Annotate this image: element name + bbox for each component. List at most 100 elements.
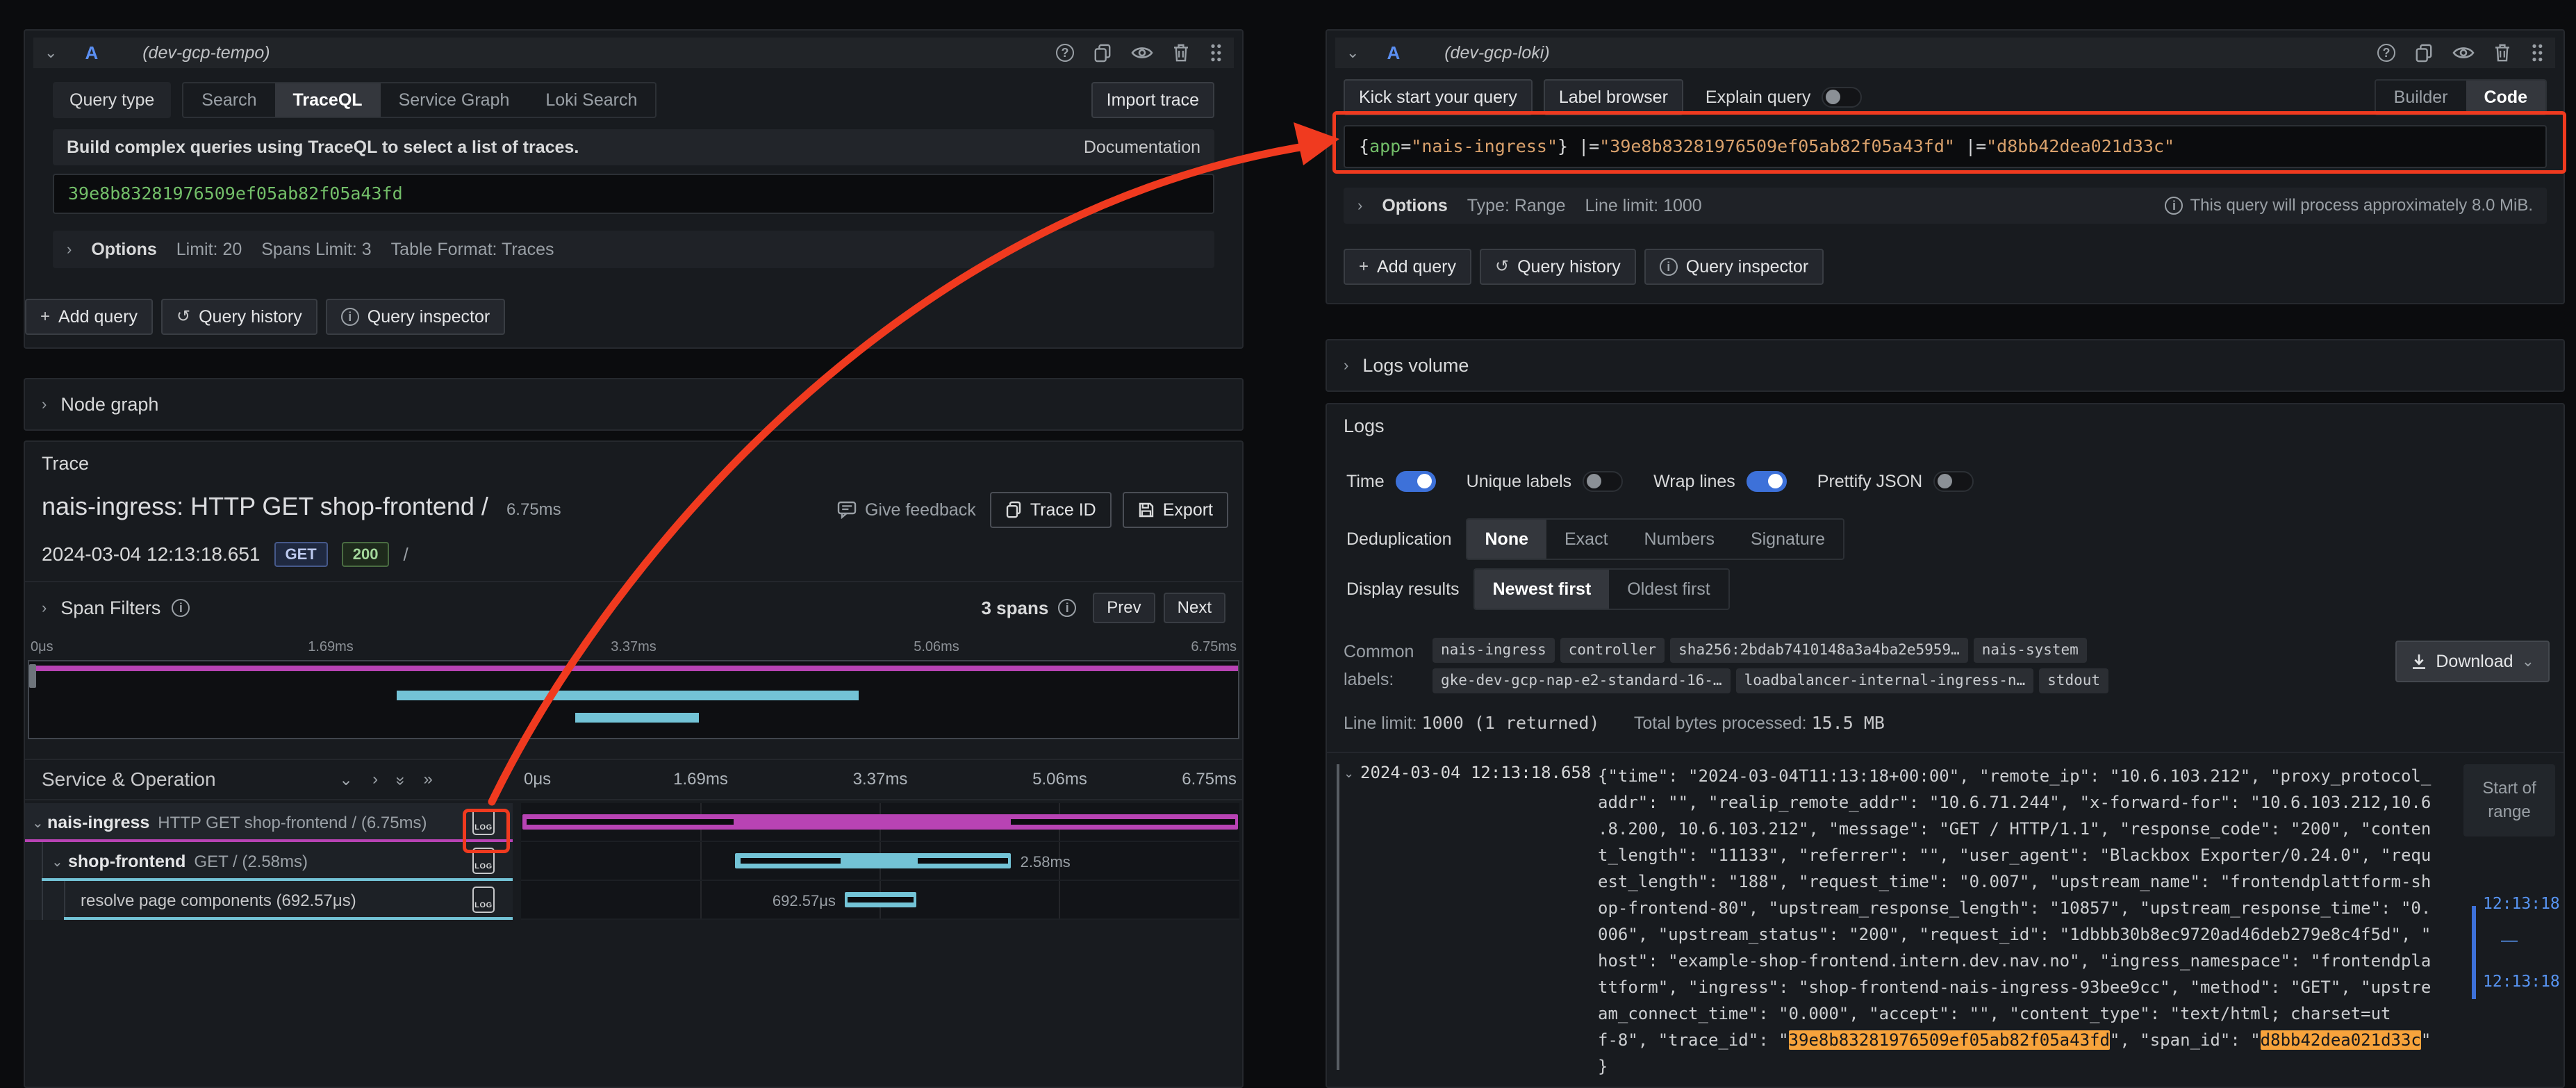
eye-icon[interactable] bbox=[2452, 44, 2475, 61]
options-label: Options bbox=[91, 240, 156, 260]
chevron-down-icon[interactable]: ⌄ bbox=[1346, 45, 1359, 60]
deduplication-options: None Exact Numbers Signature bbox=[1466, 518, 1844, 560]
span-bar-area[interactable] bbox=[521, 803, 1239, 842]
trace-minimap[interactable] bbox=[28, 660, 1239, 739]
span-row-3[interactable]: resolve page components (692.57μs) LOG 6… bbox=[25, 881, 1242, 920]
span-filters-label[interactable]: Span Filters bbox=[60, 597, 160, 619]
time-toggle[interactable] bbox=[1396, 471, 1436, 492]
wrap-lines-toggle[interactable] bbox=[1747, 471, 1787, 492]
copy-icon[interactable] bbox=[1093, 43, 1112, 63]
trace-id-button[interactable]: Trace ID bbox=[990, 492, 1112, 528]
chevron-right-icon[interactable]: › bbox=[42, 600, 47, 616]
chevron-down-icon[interactable]: ⌄ bbox=[32, 814, 44, 832]
download-button[interactable]: Download ⌄ bbox=[2395, 641, 2550, 682]
tempo-options-row[interactable]: › Options Limit: 20 Spans Limit: 3 Table… bbox=[53, 231, 1214, 268]
drag-handle-icon[interactable] bbox=[1209, 43, 1223, 63]
query-history-button[interactable]: ↺Query history bbox=[1480, 249, 1636, 285]
bytes-processed-value: 15.5 MB bbox=[1812, 713, 1885, 733]
display-oldest-first[interactable]: Oldest first bbox=[1609, 570, 1728, 609]
loki-query-input[interactable]: {app="nais-ingress"} |="39e8b83281976509… bbox=[1344, 125, 2547, 168]
kick-start-query-button[interactable]: Kick start your query bbox=[1344, 79, 1533, 115]
explain-query-label: Explain query bbox=[1706, 88, 1810, 108]
minimap-ticks: 0μs1.69ms3.37ms5.06ms6.75ms bbox=[28, 639, 1239, 657]
tab-service-graph[interactable]: Service Graph bbox=[381, 83, 528, 117]
trash-icon[interactable] bbox=[2494, 43, 2511, 63]
expand-one-icon[interactable]: › bbox=[372, 770, 378, 789]
give-feedback-link[interactable]: Give feedback bbox=[837, 500, 976, 520]
process-hint: This query will process approximately 8.… bbox=[2190, 196, 2533, 215]
dedup-numbers[interactable]: Numbers bbox=[1626, 520, 1733, 559]
query-type-row: Query type Search TraceQL Service Graph … bbox=[53, 82, 1214, 118]
chevron-right-icon: › bbox=[1344, 358, 1348, 373]
trash-icon[interactable] bbox=[1173, 43, 1189, 63]
span-logs-icon[interactable]: LOG bbox=[472, 809, 495, 835]
line-limit-label: Line limit: bbox=[1344, 714, 1417, 733]
span-row-2[interactable]: ⌄ shop-frontendGET / (2.58ms) LOG 2.58ms bbox=[25, 842, 1242, 881]
minimap-drag-handle[interactable] bbox=[29, 664, 36, 688]
tab-traceql[interactable]: TraceQL bbox=[275, 83, 381, 117]
query-type-label: Query type bbox=[53, 82, 171, 118]
chevron-right-icon: › bbox=[67, 242, 72, 257]
mode-code[interactable]: Code bbox=[2466, 81, 2546, 114]
chevron-down-icon: ⌄ bbox=[2522, 654, 2534, 669]
log-timestamp: 2024-03-04 12:13:18.658 bbox=[1360, 763, 1591, 782]
node-graph-panel[interactable]: ›Node graph bbox=[24, 378, 1244, 431]
query-history-button[interactable]: ↺Query history bbox=[161, 299, 317, 335]
chevron-down-icon[interactable]: ⌄ bbox=[1344, 767, 1354, 780]
collapse-one-icon[interactable]: ⌄ bbox=[339, 770, 353, 790]
explain-query-toggle[interactable] bbox=[1822, 87, 1862, 108]
add-query-button[interactable]: +Add query bbox=[25, 299, 153, 335]
editor-mode-switch: Builder Code bbox=[2375, 79, 2547, 115]
help-icon[interactable]: ? bbox=[1056, 44, 1074, 62]
dedup-exact[interactable]: Exact bbox=[1546, 520, 1626, 559]
prettify-json-toggle[interactable] bbox=[1933, 471, 1974, 492]
drag-handle-icon[interactable] bbox=[2530, 43, 2544, 63]
tab-loki-search[interactable]: Loki Search bbox=[527, 83, 655, 117]
loki-options-row[interactable]: › Options Type: Range Line limit: 1000 i… bbox=[1344, 188, 2547, 224]
range-to-time: 12:13:18 bbox=[2483, 973, 2560, 991]
log-line-text[interactable]: {"time": "2024-03-04T11:13:18+00:00", "r… bbox=[1598, 763, 2462, 1080]
label-browser-button[interactable]: Label browser bbox=[1544, 79, 1683, 115]
documentation-link[interactable]: Documentation bbox=[1084, 138, 1200, 158]
span-bar-area[interactable]: 692.57μs bbox=[521, 881, 1239, 920]
copy-icon[interactable] bbox=[2415, 43, 2433, 63]
datasource-name: (dev-gcp-loki) bbox=[1444, 43, 1549, 63]
tab-search[interactable]: Search bbox=[183, 83, 274, 117]
export-button[interactable]: Export bbox=[1123, 492, 1228, 528]
span-bar-area[interactable]: 2.58ms bbox=[521, 842, 1239, 881]
log-range-bar bbox=[2472, 906, 2476, 999]
collapse-all-icon[interactable]: » bbox=[391, 776, 411, 782]
display-newest-first[interactable]: Newest first bbox=[1475, 570, 1610, 609]
span-logs-icon[interactable]: LOG bbox=[472, 887, 495, 913]
next-span-button[interactable]: Next bbox=[1164, 593, 1225, 623]
dedup-none[interactable]: None bbox=[1467, 520, 1547, 559]
import-trace-button[interactable]: Import trace bbox=[1091, 82, 1214, 118]
loki-query-row-header: ⌄ A (dev-gcp-loki) ? bbox=[1335, 38, 2555, 68]
chevron-right-icon: › bbox=[42, 397, 47, 412]
chevron-down-icon[interactable]: ⌄ bbox=[44, 45, 57, 60]
mode-builder[interactable]: Builder bbox=[2376, 81, 2466, 114]
hint-text: Build complex queries using TraceQL to s… bbox=[67, 138, 579, 158]
query-inspector-button[interactable]: iQuery inspector bbox=[326, 299, 505, 335]
help-icon[interactable]: ? bbox=[2377, 44, 2395, 62]
chevron-down-icon[interactable]: ⌄ bbox=[51, 853, 63, 871]
copy-file-icon bbox=[1005, 501, 1022, 519]
common-label-badge: controller bbox=[1560, 638, 1665, 663]
logs-volume-panel[interactable]: ›Logs volume bbox=[1326, 339, 2565, 392]
traceql-query-input[interactable]: 39e8b83281976509ef05ab82f05a43fd bbox=[53, 174, 1214, 214]
common-label-badge: sha256:2bdab7410148a3a4ba2e5959… bbox=[1670, 638, 1968, 663]
span-logs-icon[interactable]: LOG bbox=[472, 848, 495, 874]
start-of-range-button[interactable]: Start of range bbox=[2463, 764, 2555, 836]
service-operation-header: Service & Operation bbox=[42, 768, 216, 791]
span-row-1[interactable]: ⌄ nais-ingressHTTP GET shop-frontend / (… bbox=[25, 803, 1242, 842]
unique-labels-toggle-label: Unique labels bbox=[1467, 472, 1572, 492]
add-query-button[interactable]: +Add query bbox=[1344, 249, 1471, 285]
dedup-signature[interactable]: Signature bbox=[1733, 520, 1843, 559]
unique-labels-toggle[interactable] bbox=[1583, 471, 1623, 492]
query-inspector-button[interactable]: iQuery inspector bbox=[1644, 249, 1824, 285]
trace-path: / bbox=[403, 544, 408, 566]
minimap-canvas bbox=[29, 661, 1238, 738]
prev-span-button[interactable]: Prev bbox=[1093, 593, 1155, 623]
expand-all-icon[interactable]: » bbox=[423, 770, 432, 789]
eye-icon[interactable] bbox=[1131, 44, 1153, 61]
